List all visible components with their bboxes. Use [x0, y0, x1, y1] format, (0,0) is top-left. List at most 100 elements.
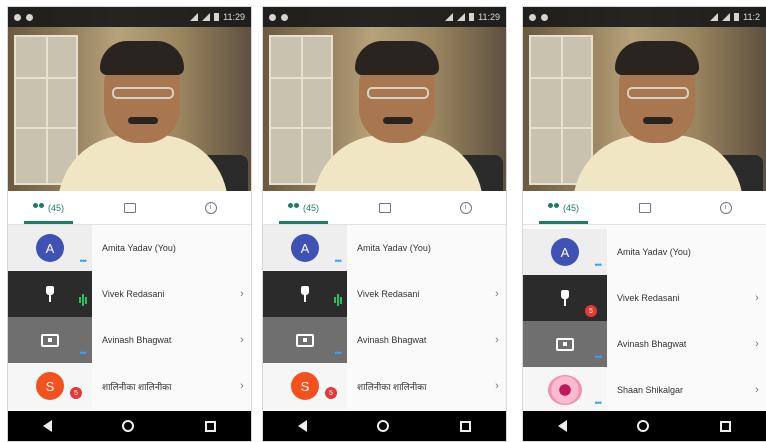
chat-icon [378, 202, 391, 213]
home-icon[interactable] [377, 420, 390, 432]
participant-row[interactable]: A ••• Amita Yadav (You) [263, 225, 506, 271]
participant-name: Avinash Bhagwat [357, 335, 427, 345]
audio-dots-icon: ••• [594, 352, 603, 362]
participant-thumbnail: A ••• [263, 225, 347, 271]
pin-icon [43, 286, 57, 302]
chevron-right-icon[interactable]: › [488, 380, 506, 392]
back-icon[interactable] [298, 420, 308, 432]
participant-name: शालिनीका शालिनीका [102, 381, 172, 392]
chevron-right-icon[interactable]: › [488, 334, 506, 346]
participant-row[interactable]: ••• Avinash Bhagwat › [523, 321, 766, 367]
participant-row[interactable]: ••• Avinash Bhagwat › [8, 317, 251, 363]
chevron-right-icon[interactable]: › [748, 292, 766, 304]
participant-thumbnail: ••• [523, 367, 607, 413]
recents-icon[interactable] [719, 420, 731, 432]
people-icon [547, 203, 560, 212]
chevron-right-icon[interactable]: › [233, 334, 251, 346]
participant-name: Avinash Bhagwat [102, 335, 172, 345]
participant-row[interactable]: ••• Avinash Bhagwat › [263, 317, 506, 363]
participant-row[interactable]: Vivek Redasani › [263, 271, 506, 317]
status-bar: 11:2 [523, 7, 766, 27]
battery-icon [734, 13, 740, 21]
screen-share-icon [41, 333, 59, 347]
phone-screen-2: 11:29 (45) i A ••• Amita Yadav (You) Viv… [262, 6, 507, 442]
unread-badge: 5 [70, 387, 82, 399]
participant-row[interactable]: A ••• Amita Yadav (You) [523, 229, 766, 275]
tab-chat[interactable] [89, 191, 170, 224]
recents-icon[interactable] [459, 420, 471, 432]
chat-icon [638, 202, 651, 213]
tab-participants[interactable]: (45) [263, 191, 344, 224]
home-icon[interactable] [122, 420, 135, 432]
speaker-body [573, 135, 743, 191]
avatar: S [36, 372, 64, 400]
participant-thumbnail: 5 [523, 275, 607, 321]
participant-thumbnail: ••• [8, 317, 92, 363]
participant-name: शालिनीका शालिनीका [357, 381, 427, 392]
participant-thumbnail: A ••• [523, 229, 607, 275]
participants-count: (45) [562, 202, 579, 213]
recents-icon[interactable] [204, 420, 216, 432]
main-video-feed[interactable] [8, 7, 251, 191]
notification-icon [541, 13, 548, 21]
audio-dots-icon: ••• [79, 256, 88, 266]
speaker-body [313, 135, 483, 191]
speaker-body [58, 135, 228, 191]
participant-row[interactable]: ••• Shaan Shikalgar › [523, 367, 766, 413]
tab-chat[interactable] [604, 191, 685, 224]
screen-share-icon [556, 337, 574, 351]
main-video-feed[interactable] [523, 7, 766, 191]
participant-row[interactable]: 5 Vivek Redasani › [523, 275, 766, 321]
chevron-right-icon[interactable]: › [488, 288, 506, 300]
info-icon: i [459, 201, 472, 214]
audio-dots-icon: ••• [594, 398, 603, 408]
home-icon[interactable] [637, 420, 650, 432]
participant-thumbnail [8, 271, 92, 317]
background-cabinet [529, 35, 593, 185]
notification-icon [281, 13, 288, 21]
chevron-right-icon[interactable]: › [748, 384, 766, 396]
signal-icon [722, 13, 731, 21]
chevron-right-icon[interactable]: › [748, 338, 766, 350]
status-time: 11:2 [743, 12, 760, 22]
avatar: A [291, 234, 319, 262]
participant-name: Avinash Bhagwat [617, 339, 687, 349]
participant-name: Vivek Redasani [617, 293, 680, 303]
signal-icon [457, 13, 466, 21]
speaking-indicator-icon [79, 293, 88, 307]
tab-info[interactable]: i [170, 191, 251, 224]
unread-badge: 5 [325, 387, 337, 399]
avatar: A [36, 234, 64, 262]
participant-row[interactable]: A ••• Amita Yadav (You) [8, 225, 251, 271]
audio-dots-icon: ••• [594, 260, 603, 270]
chevron-right-icon[interactable]: › [233, 288, 251, 300]
participant-row[interactable]: S 5 शालिनीका शालिनीका › [8, 363, 251, 409]
people-icon [287, 203, 300, 212]
meeting-tabs: (45) i [523, 191, 766, 225]
pin-icon [558, 290, 572, 306]
tab-participants[interactable]: (45) [8, 191, 89, 224]
settings-icon [14, 13, 21, 21]
chevron-right-icon[interactable]: › [233, 380, 251, 392]
signal-icon [190, 13, 199, 21]
avatar: S [291, 372, 319, 400]
status-time: 11:29 [223, 12, 245, 22]
phone-screen-1: 11:29 (45) i A ••• Amita Yadav (You) Viv… [7, 6, 252, 442]
participant-name: Shaan Shikalgar [617, 385, 684, 395]
tab-chat[interactable] [344, 191, 425, 224]
participant-row[interactable]: Vivek Redasani › [8, 271, 251, 317]
tab-participants[interactable]: (45) [523, 191, 604, 224]
participants-count: (45) [302, 202, 319, 213]
tab-info[interactable]: i [425, 191, 506, 224]
back-icon[interactable] [558, 420, 568, 432]
android-nav-bar [8, 411, 251, 441]
tab-info[interactable]: i [685, 191, 766, 224]
participant-name: Amita Yadav (You) [357, 243, 431, 253]
main-video-feed[interactable] [263, 7, 506, 191]
participant-row[interactable]: S 5 शालिनीका शालिनीका › [263, 363, 506, 409]
participant-thumbnail: ••• [263, 317, 347, 363]
audio-dots-icon: ••• [334, 256, 343, 266]
profile-photo [548, 375, 582, 405]
back-icon[interactable] [43, 420, 53, 432]
speaking-indicator-icon [334, 293, 343, 307]
